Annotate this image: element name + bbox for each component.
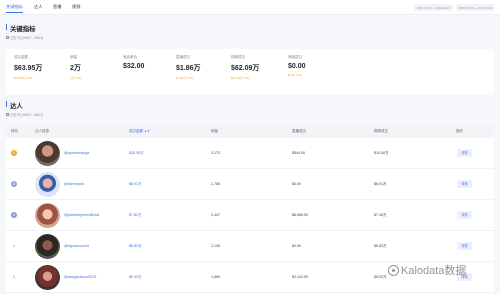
col-gmv[interactable]: 成交金额▲▼ [129,129,150,134]
creator-handle-link[interactable]: @bizemunk [64,182,84,186]
creator-handle-link[interactable]: @amyjackson9213 [64,275,96,279]
metric-sales: 销量 2万 2万 0.0% [70,55,82,80]
avatar[interactable] [35,234,60,259]
creators-date: 过去7天 (08/07 - 08/13) [6,112,43,117]
tab-creators[interactable]: 达人 [34,4,42,10]
gmv-value: $6.83万 [129,244,142,248]
rank-number: 5 [13,275,15,279]
avatar[interactable] [35,203,60,228]
creators-title: 达人 [10,103,23,110]
live-gmv-value: $3,104.00 [292,275,308,279]
video-gmv-value: $8.91万 [374,182,387,186]
creator-handle-link[interactable]: @diyaricocc44 [64,244,89,248]
col-action: 操作 [456,129,463,133]
gmv-value: $10.55万 [129,151,144,155]
date-range-end[interactable]: 08/07/2023 ~ 08/13/2023 [456,4,496,11]
live-gmv-value: $544.00 [292,151,305,155]
gmv-value: $7.82万 [129,213,142,217]
avatar[interactable] [35,141,60,166]
creator-handle-link[interactable]: @queenicangx [64,151,89,155]
sales-value: 3,173 [211,151,220,155]
calendar-icon [6,36,9,40]
rank-medal-icon: 3 [11,212,17,218]
live-gmv-value: $0.00 [292,182,301,186]
sales-value: 2,785 [211,182,220,186]
metric-video-gmv: 视频成交 $62.09万 $62.09万 0.0% [231,55,260,80]
detail-button[interactable]: 详情 [457,149,472,157]
metrics-card: 成交金额 $63.95万 $63.95万 0.0% 销量 2万 2万 0.0% … [6,49,494,95]
rank-medal-icon: 1 [11,150,17,156]
section-marker [6,24,8,30]
live-gmv-value: $0.00 [292,244,301,248]
video-gmv-value: $5.02万 [374,275,387,279]
metric-mall-gmv: 商城成交 $0.00 $0.00 0.0% [288,55,306,77]
rank-number: 4 [13,244,15,248]
live-gmv-value: $6,689.00 [292,213,308,217]
sort-icon[interactable]: ▲▼ [144,129,150,133]
detail-button[interactable]: 详情 [457,242,472,250]
video-gmv-value: $7.16万 [374,213,387,217]
metric-gmv: 成交金额 $63.95万 $63.95万 0.0% [14,55,43,80]
metric-unit-price: 商品单价 $32.00 [123,55,145,70]
top-navigation: 关键指标 达人 直播 视频 08/07/2023 ~ 08/13/2023 08… [0,0,500,15]
creator-handle-link[interactable]: @joannelynneofficial [64,213,99,217]
video-gmv-value: $6.83万 [374,244,387,248]
table-row: 4 @diyaricocc44 $6.83万 2,135 $0.00 $6.83… [6,231,494,262]
table-row: 3 @joannelynneofficial $7.82万 2,447 $6,6… [6,200,494,231]
gmv-value: $5.33万 [129,275,142,279]
col-rank: 排名 [11,129,18,133]
tab-video[interactable]: 视频 [72,4,80,10]
table-row: 2 @bizemunk $8.91万 2,785 $0.00 $8.91万 详情 [6,169,494,200]
col-sales[interactable]: 销量 [211,129,218,134]
table-row: 1 @queenicangx $10.55万 3,173 $544.00 $10… [6,138,494,169]
gmv-value: $8.91万 [129,182,142,186]
section-marker [6,101,8,107]
sales-value: 2,135 [211,244,220,248]
kalodata-watermark: Kalodata数据 [388,262,466,278]
calendar-icon [6,113,9,117]
sales-value: 2,447 [211,213,220,217]
detail-button[interactable]: 详情 [457,180,472,188]
avatar[interactable] [35,265,60,290]
sales-value: 1,665 [211,275,220,279]
active-tab-indicator [6,12,23,14]
video-gmv-value: $10.50万 [374,151,389,155]
kalodata-logo-icon [388,265,399,276]
key-metrics-date: 过去7天 (08/07 - 08/13) [6,35,43,40]
col-video-gmv[interactable]: 视频成交 [374,129,388,134]
rank-medal-icon: 2 [11,181,17,187]
key-metrics-title: 关键指标 [10,26,36,33]
col-live-gmv[interactable]: 直播成交 [292,129,306,134]
date-range-start[interactable]: 08/07/2023 ~ 08/13/2023 [414,4,454,11]
detail-button[interactable]: 详情 [457,211,472,219]
tab-key-metrics[interactable]: 关键指标 [6,4,23,10]
table-header: 排名 达人信息 成交金额▲▼ 销量 直播成交 视频成交 操作 [6,124,494,138]
col-creator-info: 达人信息 [35,129,49,133]
tab-live[interactable]: 直播 [53,4,61,10]
metric-live-gmv: 直播成交 $1.86万 $1.86万 0.0% [176,55,201,80]
avatar[interactable] [35,172,60,197]
